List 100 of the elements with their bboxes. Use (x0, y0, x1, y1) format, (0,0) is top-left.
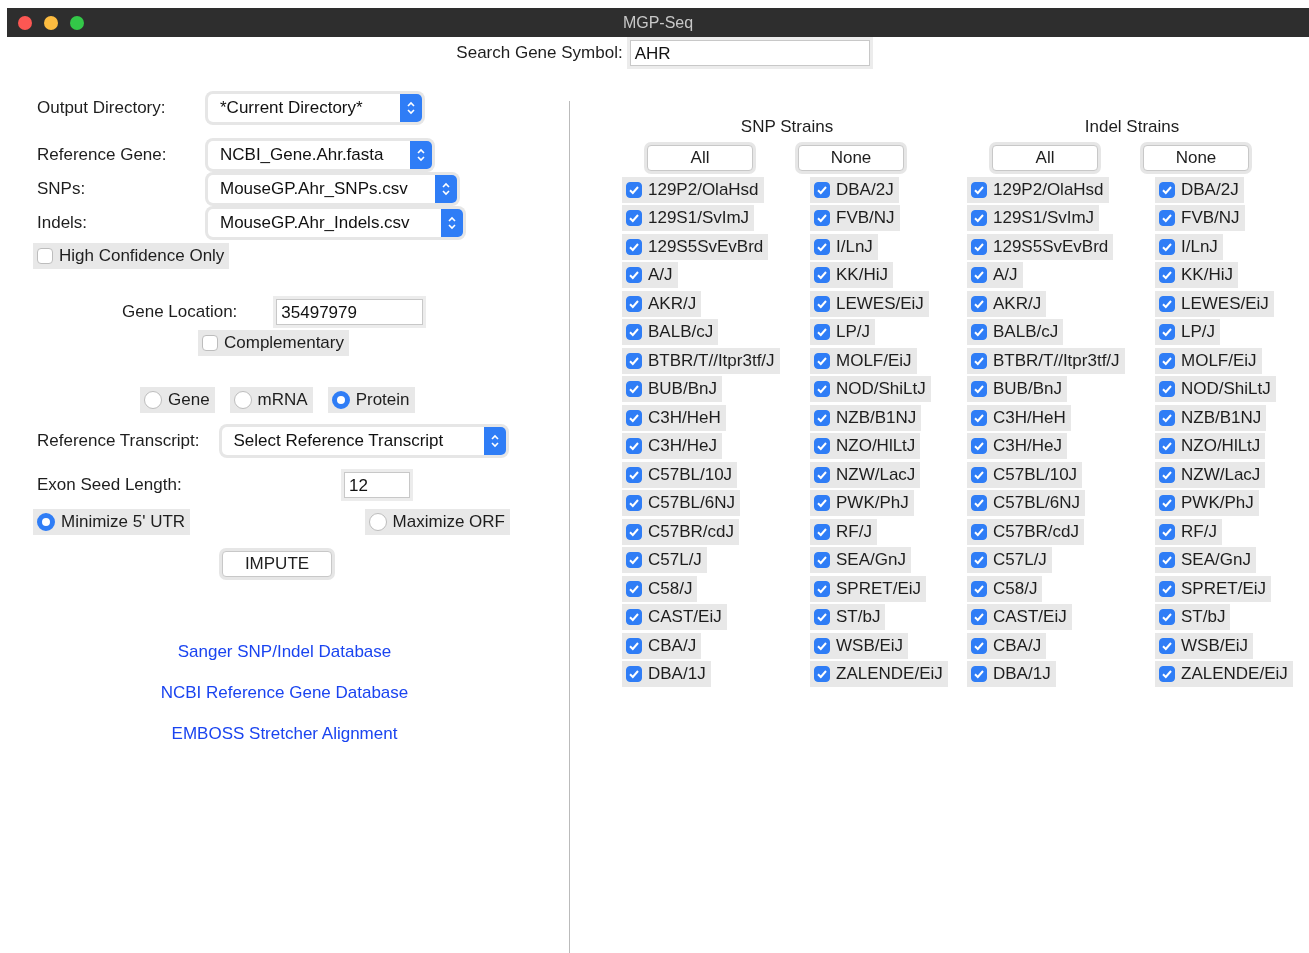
gene-location-field[interactable]: 35497979 (276, 299, 424, 325)
strain-checkbox[interactable]: C57BL/10J (622, 461, 738, 488)
strain-checkbox[interactable]: C57BL/10J (967, 461, 1083, 488)
strain-checkbox[interactable]: BALB/cJ (622, 319, 719, 345)
strain-checkbox[interactable]: I/LnJ (1155, 233, 1223, 260)
strain-checkbox[interactable]: C3H/HeH (622, 404, 726, 431)
strain-checkbox[interactable]: CBA/J (622, 632, 702, 659)
strain-checkbox[interactable]: SEA/GnJ (810, 547, 911, 573)
transcript-dropdown[interactable]: Select Reference Transcript (221, 427, 506, 455)
strain-checkbox[interactable]: AKR/J (622, 290, 702, 317)
close-button[interactable] (18, 15, 32, 30)
strain-checkbox[interactable]: BUB/BnJ (967, 376, 1067, 402)
strain-checkbox[interactable]: WSB/EiJ (1155, 632, 1254, 659)
strain-checkbox[interactable]: LEWES/EiJ (1155, 290, 1274, 317)
strain-checkbox[interactable]: FVB/NJ (810, 205, 900, 231)
high-confidence-checkbox[interactable]: High Confidence Only (33, 243, 230, 269)
strain-checkbox[interactable]: RF/J (810, 518, 877, 545)
strain-checkbox[interactable]: C3H/HeJ (967, 433, 1067, 459)
strain-checkbox[interactable]: LP/J (1155, 319, 1221, 345)
strain-checkbox[interactable]: FVB/NJ (1155, 205, 1245, 231)
strain-checkbox[interactable]: C3H/HeJ (622, 433, 722, 459)
strain-checkbox[interactable]: C3H/HeH (967, 404, 1071, 431)
sequence-type-radio[interactable]: Gene (140, 387, 215, 413)
field-label: SNPs: (37, 179, 87, 199)
strain-checkbox[interactable]: PWK/PhJ (810, 490, 914, 516)
minimize-button[interactable] (44, 15, 58, 30)
strain-checkbox[interactable]: AKR/J (967, 290, 1047, 317)
strain-checkbox[interactable]: DBA/1J (967, 661, 1056, 687)
strain-checkbox[interactable]: C57BR/cdJ (967, 518, 1084, 545)
strain-checkbox[interactable]: BALB/cJ (967, 319, 1064, 345)
select-strains-button[interactable]: All (992, 145, 1098, 171)
strain-checkbox[interactable]: 129S1/SvImJ (967, 205, 1100, 231)
strain-checkbox[interactable]: MOLF/EiJ (810, 347, 917, 374)
strain-checkbox[interactable]: 129S5SvEvBrd (967, 233, 1114, 260)
strain-checkbox[interactable]: DBA/1J (622, 661, 711, 687)
strain-checkbox[interactable]: NZW/LacJ (810, 461, 921, 488)
strain-checkbox[interactable]: CAST/EiJ (967, 604, 1072, 630)
sequence-type-radio[interactable]: Protein (327, 387, 415, 413)
strain-checkbox[interactable]: NZW/LacJ (1155, 461, 1266, 488)
file-dropdown[interactable]: NCBI_Gene.Ahr.fasta (208, 141, 432, 169)
strain-checkbox[interactable]: A/J (622, 262, 678, 288)
sequence-type-radio[interactable]: mRNA (229, 387, 313, 413)
strain-checkbox[interactable]: ST/bJ (810, 604, 886, 630)
file-dropdown[interactable]: MouseGP.Ahr_SNPs.csv (208, 175, 457, 203)
select-strains-button[interactable]: All (647, 145, 753, 171)
strain-checkbox[interactable]: NOD/ShiLtJ (1155, 376, 1276, 402)
strain-checkbox[interactable]: C57L/J (622, 547, 707, 573)
strain-checkbox[interactable]: PWK/PhJ (1155, 490, 1259, 516)
strain-checkbox[interactable]: DBA/2J (810, 176, 899, 203)
orf-mode-radio[interactable]: Minimize 5' UTR (33, 509, 191, 535)
strain-checkbox[interactable]: CBA/J (967, 632, 1047, 659)
strain-checkbox[interactable]: BUB/BnJ (622, 376, 722, 402)
strain-checkbox[interactable]: ST/bJ (1155, 604, 1231, 630)
strain-checkbox[interactable]: C57L/J (967, 547, 1052, 573)
strain-checkbox[interactable]: 129P2/OlaHsd (622, 176, 764, 203)
strain-checkbox[interactable]: BTBR/T//Itpr3tf/J (967, 347, 1125, 374)
strain-checkbox[interactable]: C57BL/6NJ (622, 490, 740, 516)
strain-checkbox[interactable]: NOD/ShiLtJ (810, 376, 931, 402)
strain-checkbox[interactable]: RF/J (1155, 518, 1222, 545)
strain-checkbox[interactable]: C58/J (967, 575, 1043, 602)
exon-seed-length-field[interactable]: 12 (344, 472, 410, 498)
strain-checkbox[interactable]: KK/HiJ (1155, 262, 1238, 288)
strain-checkbox[interactable]: ZALENDE/EiJ (810, 661, 948, 687)
zoom-button[interactable] (70, 15, 84, 30)
strain-checkbox[interactable]: SEA/GnJ (1155, 547, 1256, 573)
complementary-checkbox[interactable]: Complementary (198, 330, 349, 356)
search-field[interactable]: AHR (629, 40, 870, 66)
reference-transcript-label: Reference Transcript: (37, 431, 200, 451)
database-link[interactable]: Sanger SNP/Indel Database (177, 641, 392, 663)
database-link[interactable]: NCBI Reference Gene Database (160, 682, 409, 704)
strain-checkbox[interactable]: C57BL/6NJ (967, 490, 1085, 516)
strain-checkbox[interactable]: SPRET/EiJ (810, 575, 927, 602)
strain-checkbox[interactable]: NZB/B1NJ (1155, 404, 1267, 431)
strain-checkbox[interactable]: WSB/EiJ (810, 632, 909, 659)
strain-checkbox[interactable]: CAST/EiJ (622, 604, 727, 630)
file-dropdown[interactable]: MouseGP.Ahr_Indels.csv (208, 209, 463, 237)
strain-checkbox[interactable]: C57BR/cdJ (622, 518, 739, 545)
impute-button[interactable]: IMPUTE (222, 551, 332, 577)
strain-checkbox[interactable]: MOLF/EiJ (1155, 347, 1262, 374)
strain-checkbox[interactable]: NZB/B1NJ (810, 404, 922, 431)
select-strains-button[interactable]: None (798, 145, 904, 171)
strain-checkbox[interactable]: KK/HiJ (810, 262, 893, 288)
strain-checkbox[interactable]: LP/J (810, 319, 876, 345)
strain-checkbox[interactable]: BTBR/T//Itpr3tf/J (622, 347, 780, 374)
strain-checkbox[interactable]: LEWES/EiJ (810, 290, 929, 317)
strain-checkbox[interactable]: A/J (967, 262, 1023, 288)
database-link[interactable]: EMBOSS Stretcher Alignment (171, 723, 398, 745)
strain-checkbox[interactable]: 129S1/SvImJ (622, 205, 755, 231)
select-strains-button[interactable]: None (1143, 145, 1249, 171)
file-dropdown[interactable]: *Current Directory* (208, 94, 422, 122)
strain-checkbox[interactable]: 129P2/OlaHsd (967, 176, 1109, 203)
strain-checkbox[interactable]: DBA/2J (1155, 176, 1244, 203)
orf-mode-radio[interactable]: Maximize ORF (364, 509, 510, 535)
strain-checkbox[interactable]: SPRET/EiJ (1155, 575, 1272, 602)
strain-checkbox[interactable]: C58/J (622, 575, 698, 602)
strain-checkbox[interactable]: NZO/HlLtJ (810, 433, 921, 459)
strain-checkbox[interactable]: NZO/HlLtJ (1155, 433, 1266, 459)
strain-checkbox[interactable]: 129S5SvEvBrd (622, 233, 769, 260)
strain-checkbox[interactable]: I/LnJ (810, 233, 878, 260)
strain-checkbox[interactable]: ZALENDE/EiJ (1155, 661, 1293, 687)
